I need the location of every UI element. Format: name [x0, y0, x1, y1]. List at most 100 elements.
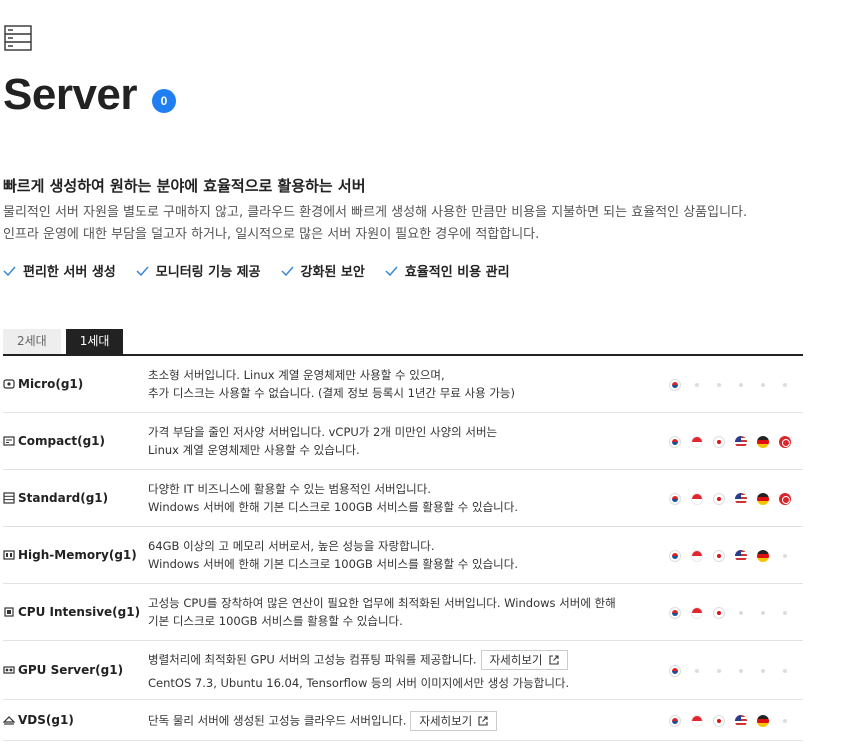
feature-label: 효율적인 비용 관리 — [404, 265, 510, 280]
server-name[interactable]: CPU Intensive(g1) — [3, 605, 140, 619]
flag-jp-icon — [713, 607, 725, 619]
flag-us-icon — [735, 715, 747, 727]
server-name-label: Standard(g1) — [18, 491, 109, 505]
description-text: Linux 계열 운영체제만 사용할 수 있습니다. — [148, 443, 360, 457]
server-description: 가격 부담을 줄인 저사양 서버입니다. vCPU가 2개 미만인 사양의 서버… — [148, 423, 497, 459]
details-button-label: 자세히보기 — [489, 653, 543, 667]
feature-label: 모니터링 기능 제공 — [155, 265, 261, 280]
flag-jp-icon — [713, 550, 725, 562]
server-row: Micro(g1) 초소형 서버입니다. Linux 계열 운영체제만 사용할 수… — [3, 356, 803, 413]
check-icon — [385, 266, 398, 276]
description-text: 가격 부담을 줄인 저사양 서버입니다. vCPU가 2개 미만인 사양의 서버… — [148, 425, 498, 439]
flag-sg-icon — [691, 715, 703, 727]
feature-item: 모니터링 기능 제공 — [136, 261, 261, 280]
count-badge: 0 — [152, 89, 176, 113]
flag-jp-icon — [713, 493, 725, 505]
description-line: 가격 부담을 줄인 저사양 서버입니다. vCPU가 2개 미만인 사양의 서버… — [148, 423, 497, 441]
region-flags — [669, 665, 791, 677]
description-line: 물리적인 서버 자원을 별도로 구매하지 않고, 클라우드 환경에서 빠르게 생… — [3, 205, 748, 220]
details-button[interactable]: 자세히보기 — [410, 711, 498, 731]
gpu-server-icon — [3, 666, 15, 674]
feature-label: 강화된 보안 — [300, 265, 365, 280]
description-text: CentOS 7.3, Ubuntu 16.04, Tensorflow 등의 … — [148, 676, 570, 690]
flag-kr-icon — [669, 379, 681, 391]
description-line: 다양한 IT 비즈니스에 활용할 수 있는 범용적인 서버입니다. — [148, 480, 518, 498]
tab-gen1[interactable]: 1세대 — [65, 329, 124, 354]
server-description: 병렬처리에 최적화된 GPU 서버의 고성능 컴퓨팅 파워를 제공합니다. 자세히… — [148, 650, 569, 692]
details-button[interactable]: 자세히보기 — [480, 650, 568, 670]
flag-kr-icon — [669, 607, 681, 619]
server-row: Compact(g1) 가격 부담을 줄인 저사양 서버입니다. vCPU가 2개… — [3, 413, 803, 470]
description-line: CentOS 7.3, Ubuntu 16.04, Tensorflow 등의 … — [148, 674, 569, 692]
region-flags — [669, 715, 791, 727]
vds-server-icon — [3, 716, 15, 725]
region-unavailable-icon — [757, 379, 769, 391]
description-line: 병렬처리에 최적화된 GPU 서버의 고성능 컴퓨팅 파워를 제공합니다. 자세히… — [148, 650, 569, 670]
description-text: 다양한 IT 비즈니스에 활용할 수 있는 범용적인 서버입니다. — [148, 482, 431, 496]
region-flags — [669, 550, 791, 562]
region-flags — [669, 436, 791, 448]
flag-us-icon — [735, 550, 747, 562]
section-subtitle: 빠르게 생성하여 원하는 분야에 효율적으로 활용하는 서버 — [3, 177, 366, 195]
server-name-label: Compact(g1) — [18, 434, 105, 448]
server-name[interactable]: High-Memory(g1) — [3, 548, 137, 562]
flag-kr-icon — [669, 436, 681, 448]
region-unavailable-icon — [779, 715, 791, 727]
flag-de-icon — [757, 550, 769, 562]
feature-item: 강화된 보안 — [280, 261, 365, 280]
description-line: 기본 디스크로 100GB 서비스를 활용할 수 있습니다. — [148, 612, 616, 630]
high-memory-server-icon — [3, 550, 15, 560]
region-flags — [669, 379, 791, 391]
external-link-icon — [548, 655, 559, 665]
server-row: Standard(g1) 다양한 IT 비즈니스에 활용할 수 있는 범용적인 서… — [3, 470, 803, 527]
region-unavailable-icon — [779, 665, 791, 677]
flag-de-icon — [757, 493, 769, 505]
server-description: 단독 물리 서버에 생성된 고성능 클라우드 서버입니다. 자세히보기 — [148, 711, 498, 731]
server-name[interactable]: Standard(g1) — [3, 491, 108, 505]
server-row: CPU Intensive(g1) 고성능 CPU를 장착하여 많은 연산이 필요… — [3, 584, 803, 641]
description-line: 추가 디스크는 사용할 수 없습니다. (결제 정보 등록시 1년간 무료 사용… — [148, 384, 515, 402]
description-text: 고성능 CPU를 장착하여 많은 연산이 필요한 업무에 최적화된 서버입니다.… — [148, 596, 616, 610]
cpu-intensive-server-icon — [4, 607, 14, 617]
description-text: Windows 서버에 한해 기본 디스크로 100GB 서비스를 활용할 수 … — [148, 500, 518, 514]
region-unavailable-icon — [779, 379, 791, 391]
external-link-icon — [478, 716, 488, 726]
section-description: 물리적인 서버 자원을 별도로 구매하지 않고, 클라우드 환경에서 빠르게 생… — [3, 202, 747, 246]
feature-label: 편리한 서버 생성 — [23, 265, 116, 280]
region-unavailable-icon — [713, 379, 725, 391]
server-description: 초소형 서버입니다. Linux 계열 운영체제만 사용할 수 있으며, 추가 디… — [148, 366, 515, 402]
server-list: Micro(g1) 초소형 서버입니다. Linux 계열 운영체제만 사용할 수… — [3, 356, 803, 741]
server-name-label: CPU Intensive(g1) — [18, 605, 141, 619]
server-name-label: Micro(g1) — [18, 377, 84, 391]
description-line: 고성능 CPU를 장착하여 많은 연산이 필요한 업무에 최적화된 서버입니다.… — [148, 594, 616, 612]
server-name[interactable]: VDS(g1) — [3, 713, 74, 727]
server-name-label: High-Memory(g1) — [18, 548, 137, 562]
region-unavailable-icon — [691, 379, 703, 391]
check-icon — [136, 266, 149, 276]
region-unavailable-icon — [757, 665, 769, 677]
flag-us-icon — [735, 493, 747, 505]
flag-de-icon — [757, 715, 769, 727]
region-unavailable-icon — [735, 607, 747, 619]
server-name[interactable]: GPU Server(g1) — [3, 663, 123, 677]
standard-server-icon — [3, 492, 15, 504]
check-icon — [280, 266, 294, 276]
flag-sg-icon — [691, 607, 703, 619]
region-unavailable-icon — [735, 665, 747, 677]
flag-sg-icon — [691, 493, 703, 505]
description-text: Windows 서버에 한해 기본 디스크로 100GB 서비스를 활용할 수 … — [148, 557, 518, 571]
description-line: 단독 물리 서버에 생성된 고성능 클라우드 서버입니다. 자세히보기 — [148, 711, 498, 731]
flag-sg-icon — [691, 436, 703, 448]
region-unavailable-icon — [713, 665, 725, 677]
description-text: 64GB 이상의 고 메모리 서버로서, 높은 성능을 자랑합니다. — [148, 539, 435, 553]
tab-gen2[interactable]: 2세대 — [3, 329, 61, 354]
feature-item: 편리한 서버 생성 — [3, 261, 116, 280]
description-line: Windows 서버에 한해 기본 디스크로 100GB 서비스를 활용할 수 … — [148, 498, 518, 516]
flag-jp-icon — [713, 436, 725, 448]
description-text: 초소형 서버입니다. Linux 계열 운영체제만 사용할 수 있으며, — [148, 368, 445, 382]
flag-de-icon — [757, 436, 769, 448]
description-line: 인프라 운영에 대한 부담을 덜고자 하거나, 일시적으로 많은 서버 자원이 … — [3, 227, 540, 242]
server-name[interactable]: Compact(g1) — [3, 434, 105, 448]
server-name[interactable]: Micro(g1) — [3, 377, 83, 391]
region-unavailable-icon — [757, 607, 769, 619]
